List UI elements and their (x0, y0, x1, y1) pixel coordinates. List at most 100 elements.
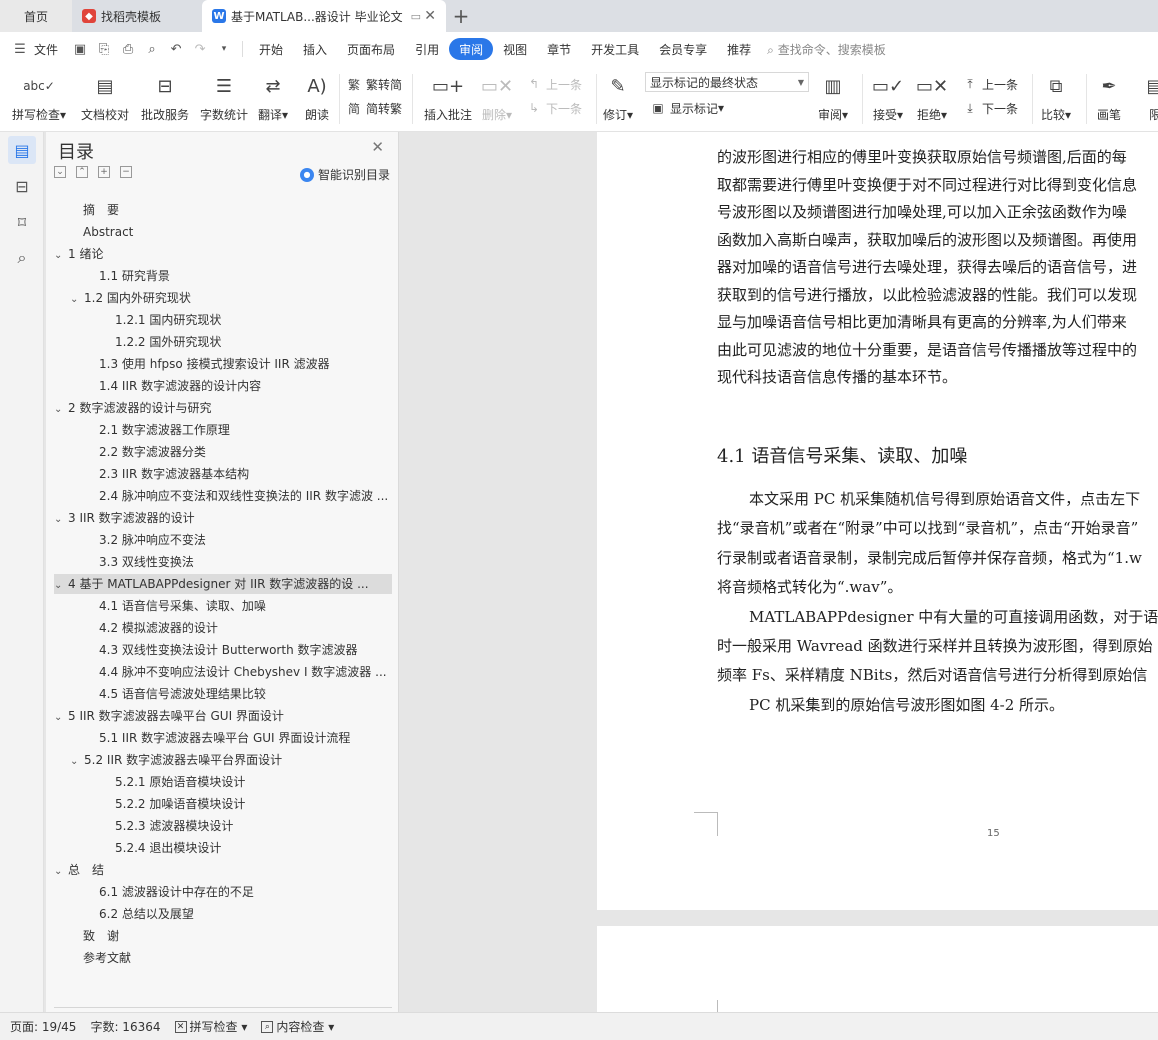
toc-item[interactable]: 5.2.2 加噪语音模块设计 (115, 794, 392, 814)
chevron-down-icon[interactable]: ⌄ (70, 752, 84, 770)
menu-layout[interactable]: 页面布局 (337, 38, 405, 60)
menu-references[interactable]: 引用 (405, 38, 449, 60)
toc-item[interactable]: 3.2 脉冲响应不变法 (99, 530, 392, 550)
chevron-down-icon[interactable]: ⌄ (54, 510, 68, 528)
command-search[interactable]: ⌕ 查找命令、搜索模板 (767, 41, 886, 58)
close-icon[interactable]: ✕ (371, 138, 384, 156)
close-tab-icon[interactable]: ✕ (424, 8, 436, 24)
pen-button[interactable]: ✒ 画笔 (1096, 72, 1122, 128)
toc-item[interactable]: ⌄ 2 数字滤波器的设计与研究 (54, 398, 392, 418)
chevron-down-icon[interactable]: ⌄ (54, 246, 68, 264)
markup-state-select[interactable]: 显示标记的最终状态 ▼ (645, 72, 809, 92)
menu-developer[interactable]: 开发工具 (581, 38, 649, 60)
toc-item[interactable]: 致 谢 (83, 926, 392, 946)
status-content-check[interactable]: ⌕ 内容检查 ▾ (261, 1018, 334, 1035)
tab-template[interactable]: ◆ 找稻壳模板 (72, 0, 202, 32)
next-revision-button[interactable]: ⤓ 下一条 (962, 98, 1018, 118)
accept-button[interactable]: ▭✓ 接受▾ (872, 72, 904, 128)
toc-item[interactable]: 1.3 使用 hfpso 接模式搜索设计 IIR 滤波器 (99, 354, 392, 374)
toc-item[interactable]: 2.2 数字滤波器分类 (99, 442, 392, 462)
toc-item[interactable]: ⌄ 1 绪论 (54, 244, 392, 264)
chapter-nav-icon[interactable]: ⊟ (8, 172, 36, 200)
toc-item[interactable]: 4.1 语音信号采集、读取、加噪 (99, 596, 392, 616)
batch-service-button[interactable]: ⊟ 批改服务 (141, 72, 189, 128)
toc-item[interactable]: 6.2 总结以及展望 (99, 904, 392, 924)
menu-file[interactable]: 文件 (32, 38, 68, 60)
bookmark-icon[interactable]: ⌑ (8, 208, 36, 236)
new-tab-button[interactable]: + (446, 0, 476, 32)
toc-item[interactable]: ⌄ 5.2 IIR 数字滤波器去噪平台界面设计 (70, 750, 392, 770)
toc-item[interactable]: 4.5 语音信号滤波处理结果比较 (99, 684, 392, 704)
save-icon[interactable]: ▣ (70, 39, 90, 59)
read-aloud-button[interactable]: A) 朗读 (304, 72, 330, 128)
export-pdf-icon[interactable]: ⎘ (94, 39, 114, 59)
prev-comment-button[interactable]: ↰ 上一条 (526, 74, 582, 94)
toc-item[interactable]: 1.2.1 国内研究现状 (115, 310, 392, 330)
trad-to-simp-button[interactable]: 繁繁转简 (346, 74, 402, 94)
delete-comment-button[interactable]: ▭✕ 删除▾ (481, 72, 513, 128)
chevron-down-icon[interactable]: ⌄ (54, 862, 68, 880)
page-indicator[interactable]: 页面: 19/45 (10, 1018, 76, 1035)
spellcheck-button[interactable]: abc✓ 拼写检查▾ (12, 72, 66, 128)
toc-item[interactable]: ⌄ 1.2 国内外研究现状 (70, 288, 392, 308)
toc-item[interactable]: 2.4 脉冲响应不变法和双线性变换法的 IIR 数字滤波 ... (99, 486, 392, 506)
next-comment-button[interactable]: ↳ 下一条 (526, 98, 582, 118)
compare-button[interactable]: ⧉ 比较▾ (1041, 72, 1071, 128)
undo-icon[interactable]: ↶ (166, 39, 186, 59)
hamburger-menu-icon[interactable]: ☰ (10, 39, 30, 59)
menu-member[interactable]: 会员专享 (649, 38, 717, 60)
add-level-icon[interactable]: + (98, 166, 110, 178)
menu-view[interactable]: 视图 (493, 38, 537, 60)
menu-review[interactable]: 审阅 (449, 38, 494, 60)
toc-item[interactable]: ⌄ 4 基于 MATLABAPPdesigner 对 IIR 数字滤波器的设 ..… (54, 574, 392, 594)
remove-level-icon[interactable]: − (120, 166, 132, 178)
toc-item[interactable]: ⌄ 5 IIR 数字滤波器去噪平台 GUI 界面设计 (54, 706, 392, 726)
document-page-next[interactable] (597, 926, 1158, 1012)
chevron-down-icon[interactable]: ⌄ (54, 400, 68, 418)
toc-item[interactable]: 4.2 模拟滤波器的设计 (99, 618, 392, 638)
toc-item[interactable]: ⌄ 3 IIR 数字滤波器的设计 (54, 508, 392, 528)
toc-item[interactable]: 5.2.4 退出模块设计 (115, 838, 392, 858)
menu-recommend[interactable]: 推荐 (717, 38, 761, 60)
doc-proof-button[interactable]: ▤ 文档校对 (81, 72, 129, 128)
simp-to-trad-button[interactable]: 简简转繁 (346, 98, 402, 118)
toc-item[interactable]: Abstract (83, 222, 392, 242)
toc-item[interactable]: 6.1 滤波器设计中存在的不足 (99, 882, 392, 902)
find-icon[interactable]: ⌕ (8, 244, 36, 272)
tab-document[interactable]: W 基于MATLAB...器设计 毕业论文 ▭ ✕ (202, 0, 446, 32)
reject-button[interactable]: ▭✕ 拒绝▾ (916, 72, 948, 128)
menu-home[interactable]: 开始 (249, 38, 293, 60)
document-page[interactable]: 的波形图进行相应的傅里叶变换获取原始信号频谱图,后面的每 取都需要进行傅里叶变换便… (597, 132, 1158, 910)
toc-item[interactable]: 4.4 脉冲不变响应法设计 Chebyshev I 数字滤波器 ... (99, 662, 392, 682)
expand-all-icon[interactable]: ⌄ (54, 166, 66, 178)
collapse-all-icon[interactable]: ⌃ (76, 166, 88, 178)
monitor-icon[interactable]: ▭ (411, 10, 421, 23)
toc-item[interactable]: 2.3 IIR 数字滤波器基本结构 (99, 464, 392, 484)
prev-revision-button[interactable]: ⤒ 上一条 (962, 74, 1018, 94)
insert-comment-button[interactable]: ▭+ 插入批注 (424, 72, 472, 128)
menu-chapter[interactable]: 章节 (537, 38, 581, 60)
review-pane-button[interactable]: ▥ 审阅▾ (818, 72, 848, 128)
customize-chevron-icon[interactable]: ▾ (214, 39, 234, 59)
toc-item[interactable]: 5.1 IIR 数字滤波器去噪平台 GUI 界面设计流程 (99, 728, 392, 748)
revise-button[interactable]: ✎ 修订▾ (603, 72, 633, 128)
word-count-indicator[interactable]: 字数: 16364 (90, 1018, 160, 1035)
toc-pane-icon[interactable]: ▤ (8, 136, 36, 164)
tab-home[interactable]: 首页 (0, 0, 72, 32)
word-count-button[interactable]: ☰ 字数统计 (200, 72, 248, 128)
menu-insert[interactable]: 插入 (293, 38, 337, 60)
show-markup-button[interactable]: ▣ 显示标记 ▾ (650, 98, 724, 118)
chevron-down-icon[interactable]: ⌄ (70, 290, 84, 308)
print-preview-icon[interactable]: ⌕ (142, 39, 162, 59)
translate-button[interactable]: ⇄ 翻译▾ (258, 72, 288, 128)
toc-item[interactable]: 2.1 数字滤波器工作原理 (99, 420, 392, 440)
toc-item[interactable]: 1.1 研究背景 (99, 266, 392, 286)
toc-item[interactable]: 1.4 IIR 数字滤波器的设计内容 (99, 376, 392, 396)
print-icon[interactable]: ⎙ (118, 39, 138, 59)
toc-item[interactable]: 摘 要 (83, 200, 392, 220)
toc-item[interactable]: 1.2.2 国外研究现状 (115, 332, 392, 352)
redo-icon[interactable]: ↷ (190, 39, 210, 59)
toc-item[interactable]: 参考文献 (83, 948, 392, 968)
toc-item[interactable]: ⌄ 总 结 (54, 860, 392, 880)
status-spellcheck[interactable]: ✕ 拼写检查 ▾ (174, 1018, 247, 1035)
